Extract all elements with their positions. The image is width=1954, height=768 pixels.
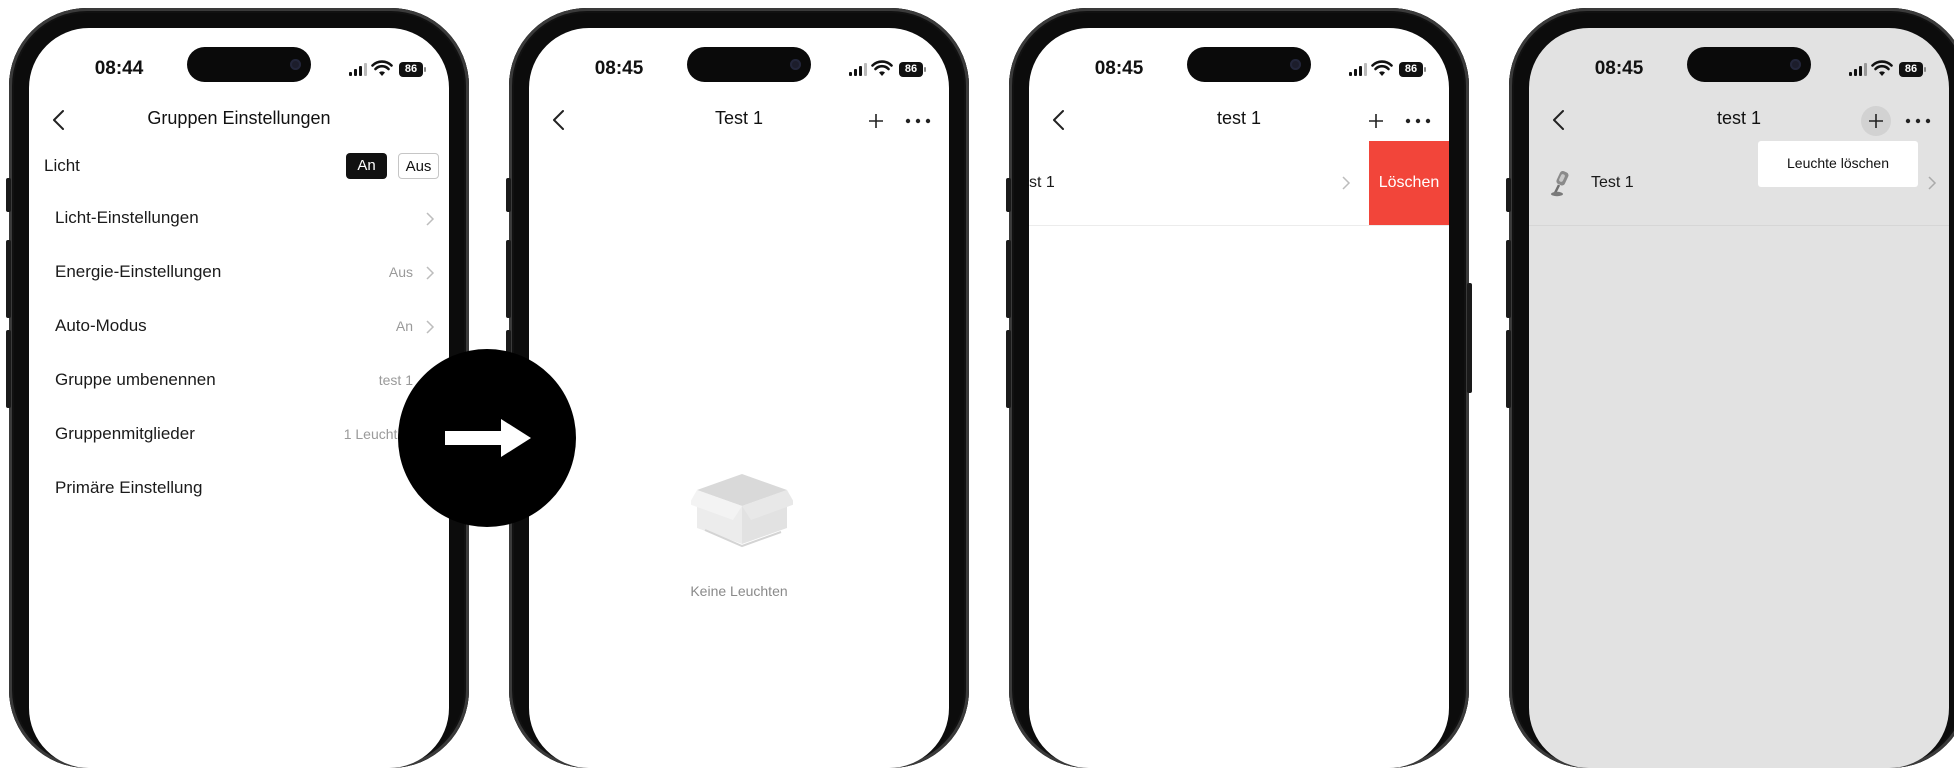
side-button <box>6 330 11 408</box>
settings-row-value: Aus <box>388 264 413 280</box>
phone-frame-4: 08:45 86 test 1 Test 1 Leuchte löschen <box>1506 8 1954 768</box>
camera-icon <box>790 59 801 70</box>
signal-icon <box>1849 63 1867 76</box>
battery-icon: 86 <box>899 62 926 77</box>
phone-screen-2: 08:45 86 Test 1 Keine Leuchten <box>529 28 949 768</box>
dynamic-island <box>1687 47 1811 82</box>
side-button <box>1506 178 1511 212</box>
status-icons: 86 <box>1849 60 1939 79</box>
settings-row-energy[interactable]: Energie-Einstellungen Aus <box>29 246 449 299</box>
settings-row-group-members[interactable]: Gruppenmitglieder 1 Leuchten <box>29 408 449 461</box>
signal-icon <box>349 63 367 76</box>
settings-row-light-settings[interactable]: Licht-Einstellungen <box>29 192 449 245</box>
phone-screen-1: 08:44 86 Gruppen Einstellungen Licht An … <box>29 28 449 768</box>
more-icon[interactable] <box>904 112 932 130</box>
side-button <box>1506 240 1511 318</box>
wifi-icon <box>1371 60 1393 76</box>
plus-icon[interactable] <box>867 112 885 130</box>
dynamic-island <box>687 47 811 82</box>
status-icons: 86 <box>1349 60 1439 79</box>
delete-button[interactable]: Löschen <box>1369 141 1449 225</box>
wifi-icon <box>871 60 893 76</box>
chevron-right-icon <box>426 320 435 334</box>
plus-icon[interactable] <box>1367 112 1385 130</box>
empty-box-icon <box>691 474 793 548</box>
transition-arrow <box>398 349 576 527</box>
battery-icon: 86 <box>399 62 426 77</box>
dynamic-island <box>1187 47 1311 82</box>
settings-row-label: Auto-Modus <box>55 316 147 335</box>
arrow-right-icon <box>445 419 531 457</box>
status-time: 08:45 <box>1594 58 1644 79</box>
status-icons: 86 <box>849 60 939 79</box>
more-icon[interactable] <box>1904 112 1932 130</box>
camera-icon <box>1790 59 1801 70</box>
page-title: Gruppen Einstellungen <box>147 108 331 128</box>
battery-icon: 86 <box>1899 62 1926 77</box>
empty-state-text: Keine Leuchten <box>690 583 788 599</box>
dynamic-island <box>187 47 311 82</box>
chevron-right-icon <box>1342 176 1351 190</box>
settings-row-label: Energie-Einstellungen <box>55 262 222 281</box>
status-time: 08:45 <box>594 58 644 79</box>
wifi-icon <box>371 60 393 76</box>
side-button <box>6 178 11 212</box>
status-time: 08:44 <box>94 58 144 79</box>
menu-item-delete-lamp[interactable]: Leuchte löschen <box>1758 155 1918 171</box>
page-title: test 1 <box>1216 108 1262 128</box>
light-label: Licht <box>44 156 80 175</box>
more-icon[interactable] <box>1404 112 1432 130</box>
settings-row-label: Gruppenmitglieder <box>55 424 195 443</box>
side-button <box>1006 240 1011 318</box>
chevron-right-icon <box>426 212 435 226</box>
camera-icon <box>1290 59 1301 70</box>
battery-icon: 86 <box>1399 62 1426 77</box>
light-on-button[interactable]: An <box>346 153 387 179</box>
side-button <box>506 178 511 212</box>
side-button <box>506 240 511 318</box>
page-title: Test 1 <box>714 108 764 128</box>
settings-row-value: An <box>395 318 413 334</box>
list-item-label: Test 1 <box>1591 174 1634 191</box>
lamp-icon <box>1551 170 1569 197</box>
light-off-button[interactable]: Aus <box>398 153 439 179</box>
side-button <box>1467 283 1472 393</box>
phone-screen-4: 08:45 86 test 1 Test 1 Leuchte löschen <box>1529 28 1949 768</box>
wifi-icon <box>1871 60 1893 76</box>
settings-row-value: test 1 <box>378 372 413 388</box>
settings-row-label: Primäre Einstellung <box>55 478 203 497</box>
chevron-right-icon <box>1928 176 1937 190</box>
side-button <box>1006 178 1011 212</box>
side-button <box>1006 330 1011 408</box>
settings-row-primary-setting[interactable]: Primäre Einstellung <box>29 462 449 515</box>
phone-frame-3: 08:45 86 test 1 st 1 Löschen <box>1006 8 1472 768</box>
list-item[interactable]: st 1 Löschen <box>1029 141 1449 226</box>
settings-row-rename-group[interactable]: Gruppe umbenennen test 1 <box>29 354 449 407</box>
camera-icon <box>290 59 301 70</box>
chevron-right-icon <box>426 266 435 280</box>
side-button <box>1506 330 1511 408</box>
phone-screen-3: 08:45 86 test 1 st 1 Löschen <box>1029 28 1449 768</box>
status-time: 08:45 <box>1094 58 1144 79</box>
settings-row-label: Gruppe umbenennen <box>55 370 216 389</box>
list-item-label: st 1 <box>1029 174 1055 191</box>
status-icons: 86 <box>349 60 439 79</box>
popup-menu: Leuchte löschen <box>1758 141 1918 187</box>
side-button <box>6 240 11 318</box>
plus-icon[interactable] <box>1867 112 1885 130</box>
phone-frame-2: 08:45 86 Test 1 Keine Leuchten <box>506 8 969 768</box>
phone-frame-1: 08:44 86 Gruppen Einstellungen Licht An … <box>6 8 469 768</box>
settings-row-label: Licht-Einstellungen <box>55 208 199 227</box>
signal-icon <box>1349 63 1367 76</box>
signal-icon <box>849 63 867 76</box>
settings-row-auto-mode[interactable]: Auto-Modus An <box>29 300 449 353</box>
